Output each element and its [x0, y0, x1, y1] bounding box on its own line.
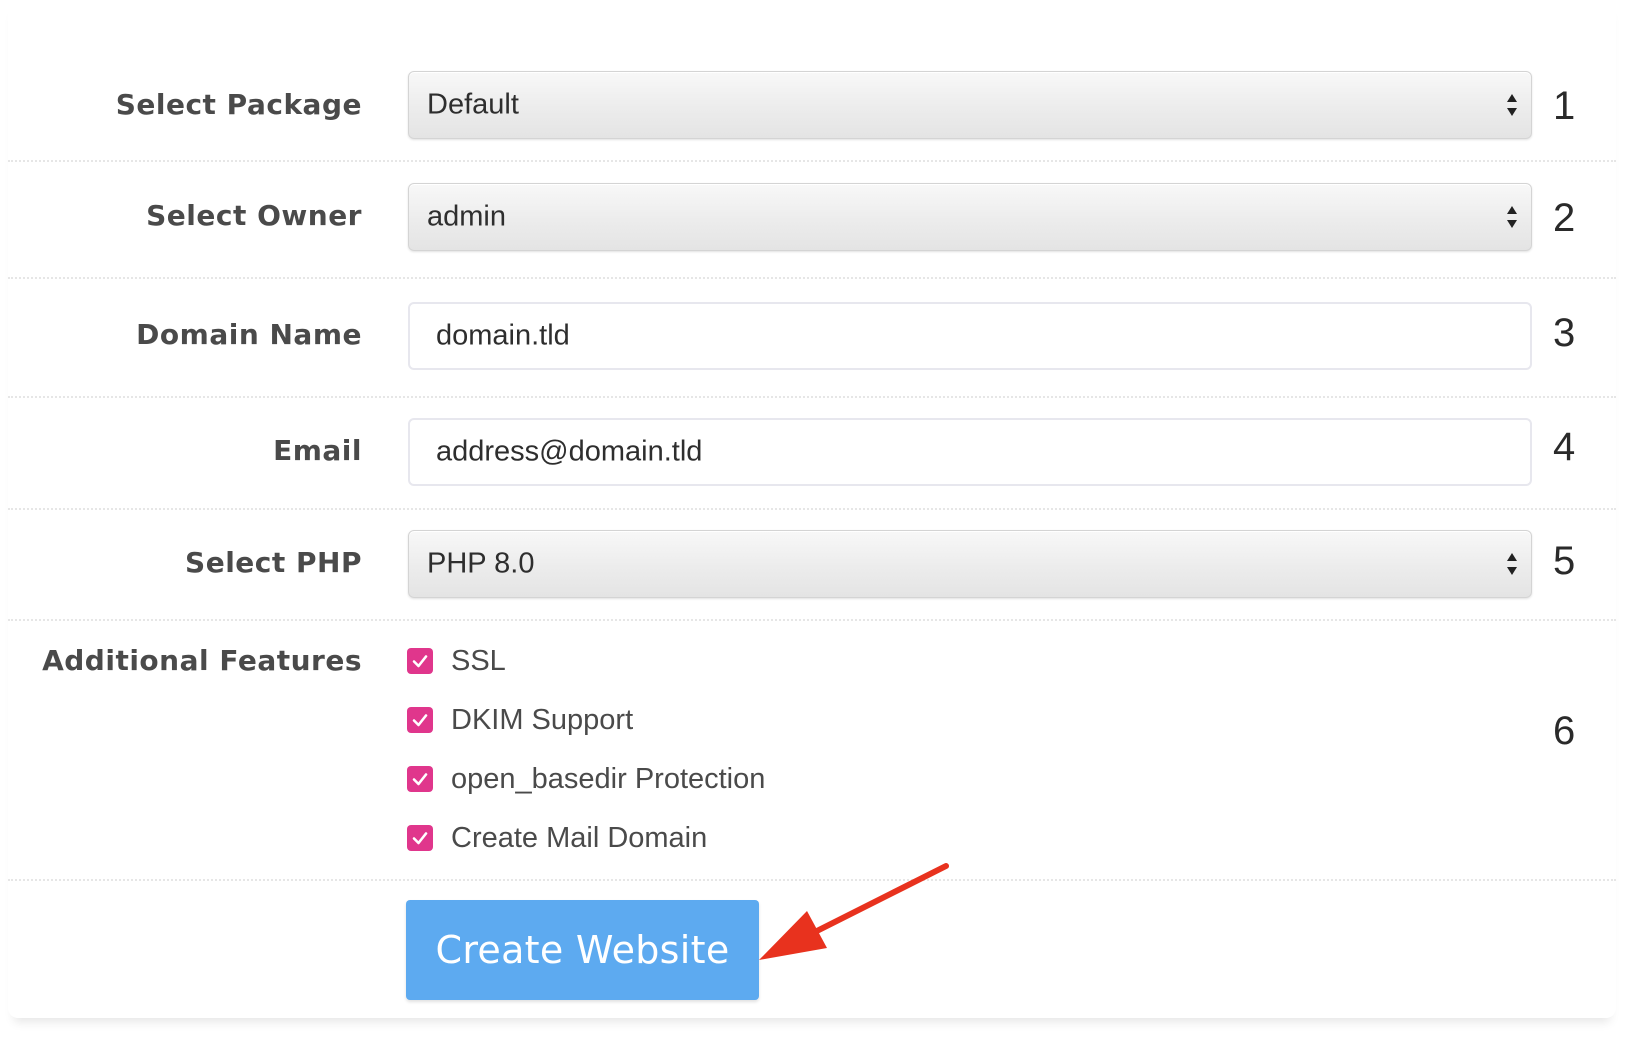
select-package-dropdown[interactable]: Default — [408, 71, 1532, 139]
domain-name-input[interactable]: domain.tld — [408, 302, 1532, 370]
checkmark-icon — [412, 773, 428, 786]
create-mail-domain-checkbox[interactable] — [407, 825, 433, 851]
select-php-value: PHP 8.0 — [427, 547, 535, 580]
open-basedir-checkbox[interactable] — [407, 766, 433, 792]
checkmark-icon — [412, 832, 428, 845]
select-owner-label: Select Owner — [146, 199, 362, 232]
dkim-checkbox-row[interactable]: DKIM Support — [407, 704, 633, 736]
select-php-dropdown[interactable]: PHP 8.0 — [408, 530, 1532, 598]
domain-name-label: Domain Name — [136, 318, 362, 351]
open-basedir-checkbox-row[interactable]: open_basedir Protection — [407, 763, 765, 795]
step-number-5: 5 — [1553, 539, 1576, 583]
email-input[interactable]: address@domain.tld — [408, 418, 1532, 486]
create-mail-domain-checkbox-row[interactable]: Create Mail Domain — [407, 822, 707, 854]
create-mail-domain-checkbox-label: Create Mail Domain — [451, 821, 708, 854]
step-number-3: 3 — [1553, 311, 1576, 355]
email-label: Email — [273, 434, 362, 467]
dkim-checkbox-label: DKIM Support — [451, 703, 634, 736]
row-divider — [8, 619, 1616, 621]
ssl-checkbox[interactable] — [407, 648, 433, 674]
up-down-arrows-icon — [1507, 206, 1517, 228]
step-number-2: 2 — [1553, 196, 1576, 240]
select-package-label: Select Package — [115, 88, 362, 121]
select-owner-value: admin — [427, 200, 506, 233]
ssl-checkbox-label: SSL — [451, 644, 506, 677]
dkim-checkbox[interactable] — [407, 707, 433, 733]
row-divider — [8, 277, 1616, 279]
additional-features-label: Additional Features — [42, 644, 362, 677]
domain-name-value: domain.tld — [436, 319, 570, 352]
select-package-value: Default — [427, 88, 519, 121]
open-basedir-checkbox-label: open_basedir Protection — [451, 762, 766, 795]
up-down-arrows-icon — [1507, 94, 1517, 116]
ssl-checkbox-row[interactable]: SSL — [407, 645, 506, 677]
email-value: address@domain.tld — [436, 435, 703, 468]
up-down-arrows-icon — [1507, 553, 1517, 575]
step-number-1: 1 — [1553, 84, 1576, 128]
row-divider — [8, 508, 1616, 510]
red-arrow-icon — [759, 863, 949, 960]
step-number-4: 4 — [1553, 425, 1576, 469]
row-divider — [8, 160, 1616, 162]
select-owner-dropdown[interactable]: admin — [408, 183, 1532, 251]
select-php-label: Select PHP — [185, 546, 362, 579]
row-divider — [8, 396, 1616, 398]
step-number-6: 6 — [1553, 709, 1576, 753]
create-website-button[interactable]: Create Website — [406, 900, 759, 1000]
checkmark-icon — [412, 655, 428, 668]
checkmark-icon — [412, 714, 428, 727]
